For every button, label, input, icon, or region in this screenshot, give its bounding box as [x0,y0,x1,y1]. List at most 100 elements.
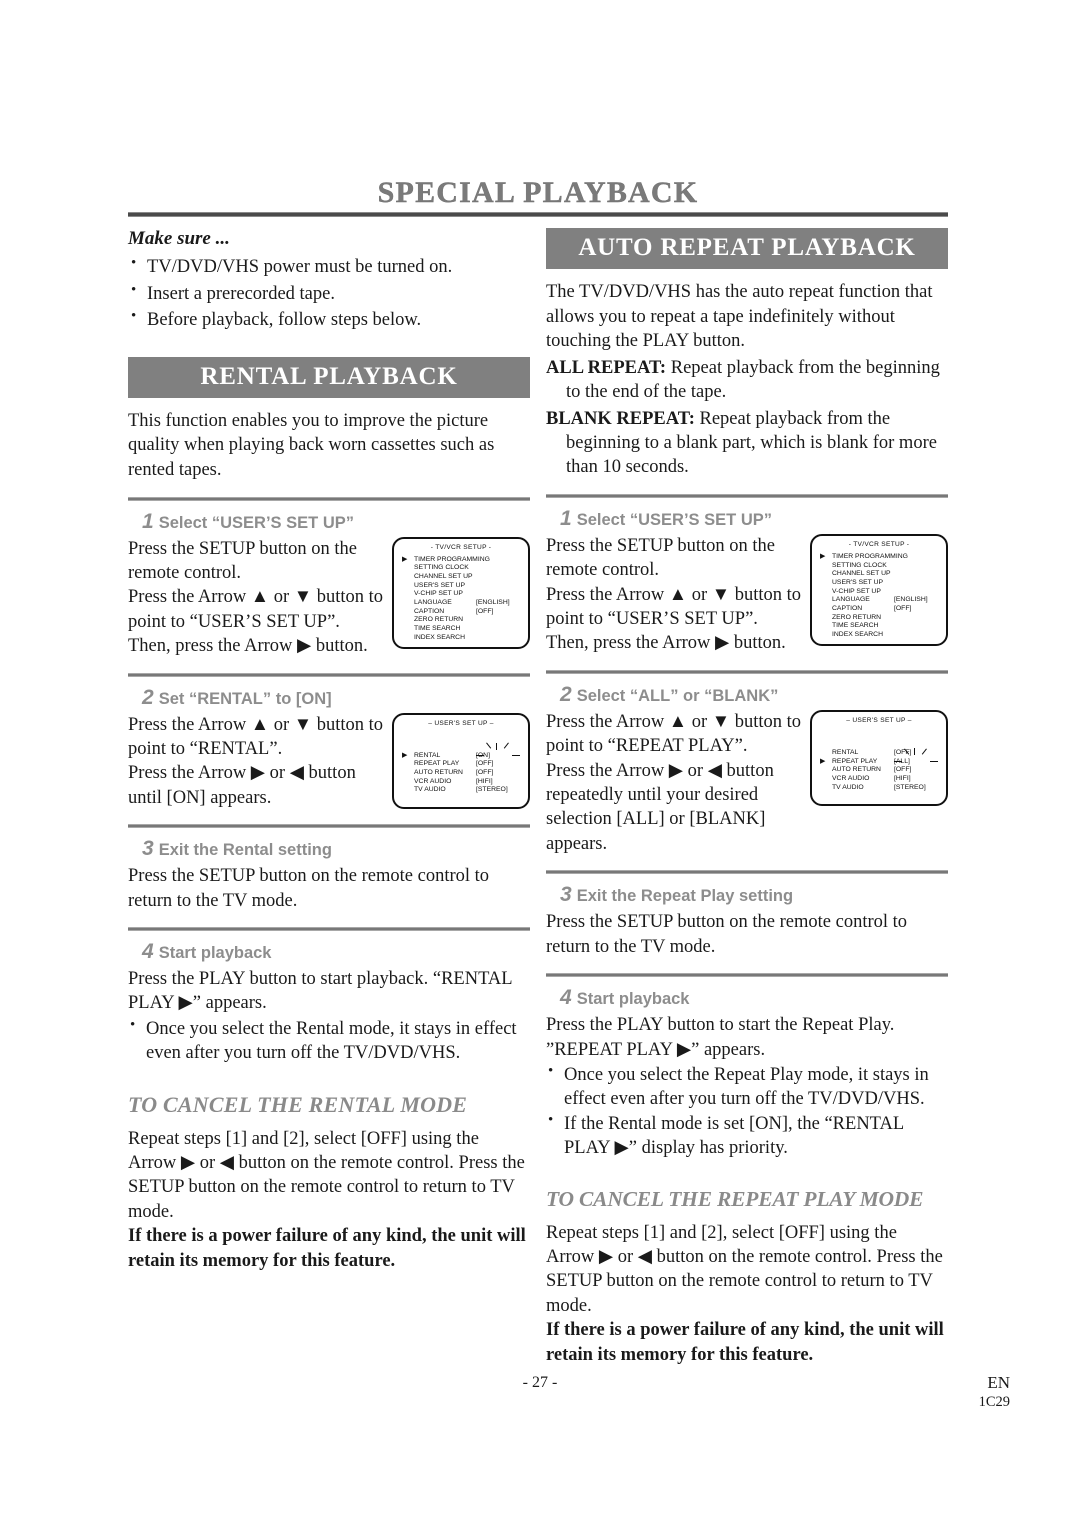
osd-row: LANGUAGE [ENGLISH] [414,599,528,608]
step-line: Press the Arrow ▶ or ◀ button repeatedly… [546,760,774,854]
cancel-rental-body: Repeat steps [1] and [2], select [OFF] u… [128,1128,525,1222]
osd-row: LANGUAGE [ENGLISH] [832,596,946,605]
step-divider [128,824,530,829]
osd-row: REPEAT PLAY [OFF] [414,760,528,769]
definition-term: ALL REPEAT: [546,357,667,378]
osd-label: VCR AUDIO [414,777,452,785]
osd-label: SETTING CLOCK [832,561,887,569]
step-title: Select “USER’S SET UP” [158,513,354,532]
osd-row: ZERO RETURN [414,616,528,625]
osd-row: V-CHIP SET UP [414,590,528,599]
osd-tv-vcr-setup: - TV/VCR SETUP - ▶ TIMER PROGRAMMING SET… [392,536,530,649]
osd-value: [OFF] [894,748,912,756]
step-number: 1 [142,509,154,533]
step-title: Exit the Rental setting [158,841,332,860]
osd-row: ZERO RETURN [832,614,946,623]
osd-label: CAPTION [832,604,863,612]
osd-value: [STEREO] [894,783,926,791]
step-text: Press the Arrow ▲ or ▼ button to point t… [128,713,386,811]
step-number: 2 [142,685,154,709]
step-divider [546,870,948,875]
osd-label: ZERO RETURN [414,616,464,624]
footer-page-number: - 27 - [522,1374,558,1391]
cancel-repeat-title: TO CANCEL THE REPEAT PLAY MODE [546,1186,924,1211]
osd-rows: ▶ TIMER PROGRAMMING SETTING CLOCK CHANNE… [812,553,946,640]
osd-row: TV AUDIO [STEREO] [414,786,528,795]
step-text: Press the PLAY button to start the Repea… [546,1015,895,1060]
list-item: Insert a prerecorded tape. [128,281,530,307]
osd-label: AUTO RETURN [414,768,463,776]
step-title: Start playback [158,944,272,963]
step-body: Press the Arrow ▲ or ▼ button to point t… [128,712,530,811]
osd-row: TV AUDIO [STEREO] [832,784,946,793]
step-header: 2 Set “RENTAL” to [ON] [142,686,530,710]
step-header: 3 Exit the Repeat Play setting [560,883,948,907]
osd-title: - TV/VCR SETUP - [430,543,492,551]
page-title: SPECIAL PLAYBACK [377,176,699,209]
step-title: Start playback [576,990,690,1009]
step-body: Press the SETUP button on the remote con… [128,536,530,659]
osd-row: CAPTION [OFF] [414,608,528,617]
step-line: Then, press the Arrow ▶ button. [128,636,368,657]
step-title: Select “USER’S SET UP” [576,510,772,529]
osd-value: [OFF] [476,768,494,776]
osd-value: [OFF] [894,604,912,612]
osd-value: [OFF] [894,766,912,774]
step-text: Press the PLAY button to start playback.… [128,969,512,1014]
osd-tv-vcr-setup: - TV/VCR SETUP - ▶ TIMER PROGRAMMING SET… [810,533,948,646]
osd-label: TIME SEARCH [832,622,879,630]
list-item: Before playback, follow steps below. [128,307,530,333]
osd-row: AUTO RETURN [OFF] [832,766,946,775]
step-number: 2 [560,682,572,706]
osd-value: [STEREO] [476,786,508,794]
osd-label: REPEAT PLAY [414,760,460,768]
osd-value: [ENGLISH] [894,596,928,604]
footer-language: EN [987,1373,1010,1392]
step-line: Press the Arrow ▲ or ▼ button to point t… [546,711,802,757]
step-header: 4 Start playback [560,986,948,1010]
title-divider [128,212,948,217]
step-bullets: Once you select the Rental mode, it stay… [128,1016,530,1066]
osd-row-selected: RENTAL [ON] [414,742,528,761]
step-divider [128,927,530,932]
step-divider [546,973,948,978]
osd-users-setup-rental: – USER'S SET UP – ▶ RENTAL [ON] REPEAT P… [392,712,530,809]
cancel-rental-note: If there is a power failure of any kind,… [128,1226,526,1271]
rental-intro: This function enables you to improve the… [128,410,495,480]
osd-label: TIME SEARCH [414,625,461,633]
step-text: Press the SETUP button on the remote con… [128,866,490,911]
osd-row: V-CHIP SET UP [832,588,946,597]
step-title: Select “ALL” or “BLANK” [576,686,779,705]
osd-row: INDEX SEARCH [414,634,528,643]
manual-page: SPECIAL PLAYBACK Make sure ... TV/DVD/VH… [0,0,1080,1528]
step-line: Press the Arrow ▲ or ▼ button to point t… [128,587,384,632]
step-line: Then, press the Arrow ▶ button. [546,633,786,654]
osd-row-selected: USER'S SET UP [832,579,946,588]
osd-row: INDEX SEARCH [832,631,946,640]
step-line: Press the Arrow ▶ or ◀ button until [ON]… [128,763,356,808]
osd-value: [OFF] [476,760,494,768]
osd-label: INDEX SEARCH [832,631,883,638]
list-item: TV/DVD/VHS power must be turned on. [128,254,530,280]
osd-label: ZERO RETURN [832,613,882,621]
step-header: 3 Exit the Rental setting [142,837,530,861]
osd-label: REPEAT PLAY [832,757,878,765]
list-item: If the Rental mode is set [ON], the “REN… [546,1111,948,1161]
step-number: 1 [560,506,572,530]
step-divider [128,672,530,677]
step-divider [546,493,948,498]
auto-repeat-intro: The TV/DVD/VHS has the auto repeat funct… [546,282,933,352]
osd-row: VCR AUDIO [HIFI] [832,775,946,784]
osd-row: VCR AUDIO [HIFI] [414,778,528,787]
osd-value: [OFF] [476,607,494,615]
osd-rows: ▶ RENTAL [ON] REPEAT PLAY [OFF] AUTO RET… [394,742,528,795]
step-header: 1 Select “USER’S SET UP” [560,507,948,531]
osd-value: [ENGLISH] [476,599,510,606]
cancel-rental-title: TO CANCEL THE RENTAL MODE [128,1091,468,1117]
step-number: 3 [560,883,572,907]
step-header: 1 Select “USER’S SET UP” [142,510,530,534]
step-body: Press the Arrow ▲ or ▼ button to point t… [546,709,948,856]
step-title: Set “RENTAL” to [ON] [158,689,332,708]
osd-label: INDEX SEARCH [414,633,465,641]
osd-cursor-icon: ▶ [402,751,408,759]
